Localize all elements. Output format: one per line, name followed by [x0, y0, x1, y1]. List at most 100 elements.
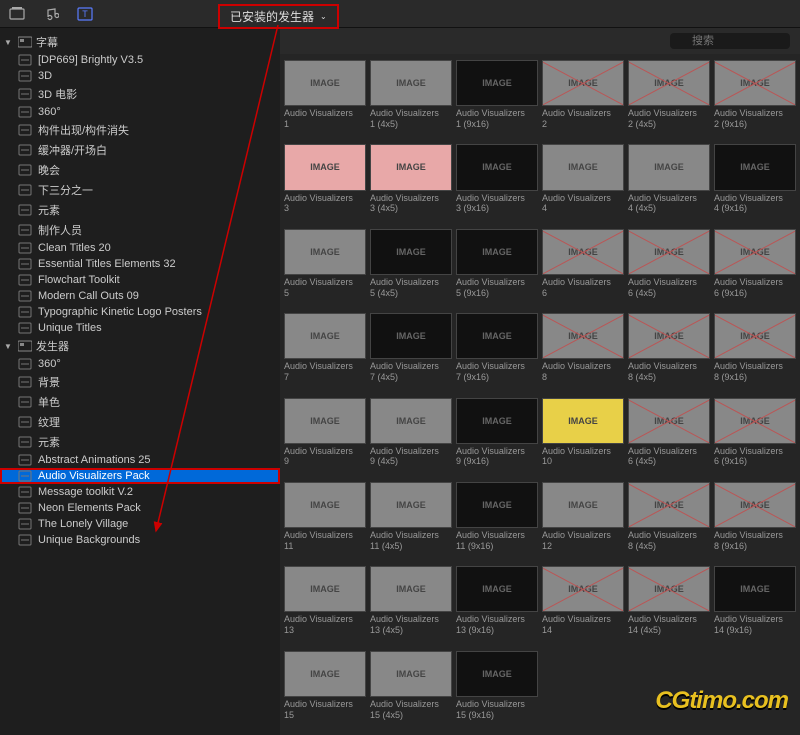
thumbnail[interactable]: IMAGEAudio Visualizers11 (9x16) — [456, 482, 538, 560]
thumbnail[interactable]: IMAGEAudio Visualizers14 (4x5) — [628, 566, 710, 644]
thumbnail-label: Audio Visualizers6 (4x5) — [628, 444, 710, 470]
thumbnail[interactable]: IMAGEAudio Visualizers8 (4x5) — [628, 482, 710, 560]
thumbnail[interactable]: IMAGEAudio Visualizers8 (9x16) — [714, 313, 796, 391]
sidebar-item[interactable]: Clean Titles 20 — [0, 240, 280, 256]
sidebar-item[interactable]: 360° — [0, 356, 280, 372]
search-input[interactable] — [670, 33, 790, 49]
thumbnail[interactable]: IMAGEAudio Visualizers9 (4x5) — [370, 398, 452, 476]
preset-icon — [18, 88, 32, 100]
sidebar-item[interactable]: 3D — [0, 68, 280, 84]
sidebar-item[interactable]: 360° — [0, 104, 280, 120]
sidebar-item[interactable]: Neon Elements Pack — [0, 500, 280, 516]
sidebar-item[interactable]: Abstract Animations 25 — [0, 452, 280, 468]
thumbnail[interactable]: IMAGEAudio Visualizers2 (9x16) — [714, 60, 796, 138]
thumbnail-image: IMAGE — [542, 398, 624, 444]
thumbnail-label: Audio Visualizers9 (4x5) — [370, 444, 452, 470]
thumbnail[interactable]: IMAGEAudio Visualizers3 (9x16) — [456, 144, 538, 222]
thumbnail[interactable]: IMAGEAudio Visualizers6 (9x16) — [714, 398, 796, 476]
sidebar-item-label: Typographic Kinetic Logo Posters — [38, 306, 202, 318]
category-label: 发生器 — [36, 338, 69, 354]
thumbnail[interactable]: IMAGEAudio Visualizers13 (9x16) — [456, 566, 538, 644]
thumbnail[interactable]: IMAGEAudio Visualizers8 (9x16) — [714, 482, 796, 560]
thumbnail[interactable]: IMAGEAudio Visualizers13 (4x5) — [370, 566, 452, 644]
sidebar-item[interactable]: Message toolkit V.2 — [0, 484, 280, 500]
sidebar-item[interactable]: Unique Titles — [0, 320, 280, 336]
sidebar-item[interactable]: The Lonely Village — [0, 516, 280, 532]
thumbnail[interactable]: IMAGEAudio Visualizers10 — [542, 398, 624, 476]
thumbnail[interactable]: IMAGEAudio Visualizers15 (9x16) — [456, 651, 538, 729]
thumbnail[interactable]: IMAGEAudio Visualizers12 — [542, 482, 624, 560]
thumbnail-image: IMAGE — [714, 144, 796, 190]
sidebar-item[interactable]: 背景 — [0, 372, 280, 392]
sidebar-item[interactable]: Audio Visualizers Pack — [0, 468, 280, 484]
sidebar-item-label: 纹理 — [38, 414, 60, 430]
sidebar-item[interactable]: Modern Call Outs 09 — [0, 288, 280, 304]
thumbnail-image: IMAGE — [714, 398, 796, 444]
thumbnail[interactable]: IMAGEAudio Visualizers2 (4x5) — [628, 60, 710, 138]
thumbnail[interactable]: IMAGEAudio Visualizers7 (4x5) — [370, 313, 452, 391]
thumbnail[interactable]: IMAGEAudio Visualizers11 (4x5) — [370, 482, 452, 560]
sidebar-item-label: 构件出现/构件消失 — [38, 122, 129, 138]
preset-icon — [18, 106, 32, 118]
thumbnail-image: IMAGE — [542, 482, 624, 528]
sidebar-item-label: [DP669] Brightly V3.5 — [38, 54, 143, 66]
sidebar-item[interactable]: 构件出现/构件消失 — [0, 120, 280, 140]
thumbnail[interactable]: IMAGEAudio Visualizers14 (9x16) — [714, 566, 796, 644]
sidebar-item[interactable]: 元素 — [0, 200, 280, 220]
sidebar-item[interactable]: Flowchart Toolkit — [0, 272, 280, 288]
media-library-icon[interactable] — [8, 5, 26, 23]
thumbnail[interactable]: IMAGEAudio Visualizers6 (4x5) — [628, 229, 710, 307]
preset-icon — [18, 242, 32, 254]
sidebar-item[interactable]: Unique Backgrounds — [0, 532, 280, 548]
thumbnail-image: IMAGE — [628, 144, 710, 190]
sidebar-item[interactable]: 下三分之一 — [0, 180, 280, 200]
thumbnail[interactable]: IMAGEAudio Visualizers4 (9x16) — [714, 144, 796, 222]
thumbnail-label: Audio Visualizers4 (9x16) — [714, 191, 796, 217]
thumbnail[interactable]: IMAGEAudio Visualizers14 — [542, 566, 624, 644]
sidebar-item[interactable]: [DP669] Brightly V3.5 — [0, 52, 280, 68]
sidebar-item[interactable]: 晚会 — [0, 160, 280, 180]
sidebar-category[interactable]: ▼字幕 — [0, 32, 280, 52]
thumbnail[interactable]: IMAGEAudio Visualizers5 (9x16) — [456, 229, 538, 307]
thumbnail[interactable]: IMAGEAudio Visualizers7 (9x16) — [456, 313, 538, 391]
thumbnail-image: IMAGE — [284, 482, 366, 528]
thumbnail[interactable]: IMAGEAudio Visualizers6 — [542, 229, 624, 307]
thumbnail[interactable]: IMAGEAudio Visualizers15 — [284, 651, 366, 729]
thumbnail[interactable]: IMAGEAudio Visualizers5 (4x5) — [370, 229, 452, 307]
sidebar-item[interactable]: 制作人员 — [0, 220, 280, 240]
thumbnail[interactable]: IMAGEAudio Visualizers8 (4x5) — [628, 313, 710, 391]
thumbnail-label: Audio Visualizers3 (4x5) — [370, 191, 452, 217]
thumbnail[interactable]: IMAGEAudio Visualizers6 (9x16) — [714, 229, 796, 307]
thumbnail[interactable]: IMAGEAudio Visualizers1 — [284, 60, 366, 138]
sidebar-item[interactable]: Essential Titles Elements 32 — [0, 256, 280, 272]
thumbnail[interactable]: IMAGEAudio Visualizers15 (4x5) — [370, 651, 452, 729]
sidebar-item[interactable]: 缓冲器/开场白 — [0, 140, 280, 160]
thumbnail[interactable]: IMAGEAudio Visualizers1 (4x5) — [370, 60, 452, 138]
titles-library-icon[interactable]: T — [76, 5, 94, 23]
thumbnail-label: Audio Visualizers10 — [542, 444, 624, 470]
sidebar-item[interactable]: 纹理 — [0, 412, 280, 432]
sidebar-item[interactable]: 3D 电影 — [0, 84, 280, 104]
sidebar-item[interactable]: Typographic Kinetic Logo Posters — [0, 304, 280, 320]
thumbnail[interactable]: IMAGEAudio Visualizers1 (9x16) — [456, 60, 538, 138]
thumbnail-label: Audio Visualizers3 — [284, 191, 366, 217]
thumbnail[interactable]: IMAGEAudio Visualizers9 — [284, 398, 366, 476]
thumbnail[interactable]: IMAGEAudio Visualizers8 — [542, 313, 624, 391]
thumbnail[interactable]: IMAGEAudio Visualizers4 — [542, 144, 624, 222]
music-library-icon[interactable] — [42, 5, 60, 23]
thumbnail[interactable]: IMAGEAudio Visualizers6 (4x5) — [628, 398, 710, 476]
thumbnail[interactable]: IMAGEAudio Visualizers2 — [542, 60, 624, 138]
thumbnail[interactable]: IMAGEAudio Visualizers9 (9x16) — [456, 398, 538, 476]
sidebar-item[interactable]: 单色 — [0, 392, 280, 412]
generators-filter-dropdown[interactable]: 已安装的发生器 ⌄ — [218, 4, 339, 29]
sidebar-category[interactable]: ▼发生器 — [0, 336, 280, 356]
thumbnail[interactable]: IMAGEAudio Visualizers4 (4x5) — [628, 144, 710, 222]
thumbnail[interactable]: IMAGEAudio Visualizers3 (4x5) — [370, 144, 452, 222]
thumbnail[interactable]: IMAGEAudio Visualizers3 — [284, 144, 366, 222]
thumbnail[interactable]: IMAGEAudio Visualizers5 — [284, 229, 366, 307]
thumbnail-label: Audio Visualizers6 (9x16) — [714, 275, 796, 301]
thumbnail[interactable]: IMAGEAudio Visualizers13 — [284, 566, 366, 644]
thumbnail[interactable]: IMAGEAudio Visualizers7 — [284, 313, 366, 391]
sidebar-item[interactable]: 元素 — [0, 432, 280, 452]
thumbnail[interactable]: IMAGEAudio Visualizers11 — [284, 482, 366, 560]
